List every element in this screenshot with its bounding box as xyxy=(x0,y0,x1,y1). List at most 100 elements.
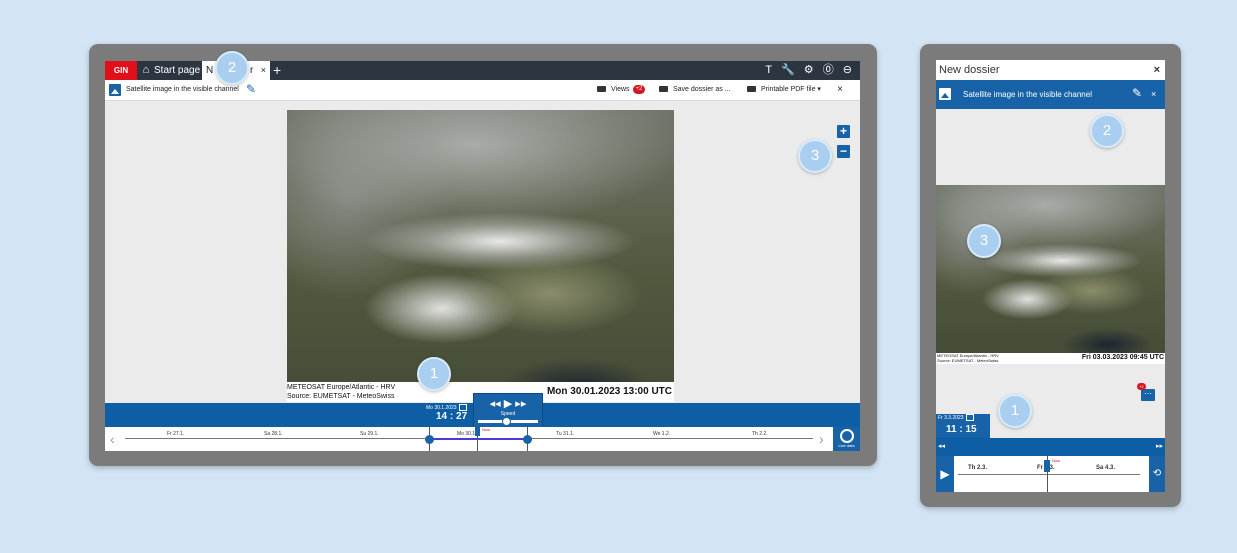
image-source-line2: Source: EUMETSAT - MeteoSwiss xyxy=(287,393,395,400)
play-icon[interactable]: ▶ xyxy=(936,456,954,492)
axis-line xyxy=(958,474,1140,475)
image-datetime: Mon 30.01.2023 13:00 UTC xyxy=(546,386,672,397)
save-dossier-button[interactable]: Save dossier as ... xyxy=(659,80,731,100)
callout-3: 3 xyxy=(798,139,832,173)
logout-icon[interactable]: ⊖ xyxy=(843,64,852,76)
tab-start-page[interactable]: ⌂ Start page xyxy=(140,61,200,80)
zoom-out-button[interactable]: − xyxy=(837,145,850,158)
timeline-time[interactable]: 14 : 27 xyxy=(436,411,467,422)
calendar-icon xyxy=(458,404,467,411)
rewind-icon[interactable]: ◂◂ xyxy=(938,442,945,450)
calendar-icon xyxy=(965,414,974,421)
pencil-icon[interactable]: ✎ xyxy=(1132,86,1142,100)
live-data-button[interactable]: ⟲ xyxy=(1149,456,1165,492)
callout-3-mobile: 3 xyxy=(967,224,1001,258)
axis-day-label: Th 2.2. xyxy=(752,431,768,437)
pdf-label: Printable PDF file xyxy=(761,86,816,93)
pdf-button[interactable]: Printable PDF file ▾ xyxy=(747,80,821,100)
play-icon[interactable]: ▶ xyxy=(504,398,512,410)
callout-1-mobile: 1 xyxy=(998,394,1032,428)
image-icon xyxy=(939,88,951,100)
more-icon: ⋯ xyxy=(1144,389,1152,398)
mobile-content-close[interactable]: × xyxy=(1151,80,1156,109)
range-start-handle[interactable] xyxy=(425,435,434,444)
axis-day-label: Fr 27.1. xyxy=(167,431,185,437)
image-source-line2: Source: EUMETSAT - MeteoSwiss xyxy=(937,358,999,363)
printer-icon xyxy=(747,86,756,93)
desktop-frame: GIN ⌂ Start page N r × + T 🔧 ⚙ ⓪ ⊖ Satell… xyxy=(89,44,877,466)
folder-icon xyxy=(659,86,668,93)
mobile-timeline-bar: ◂◂ ▸▸ xyxy=(936,438,1165,456)
mobile-date-text: Fr 3.3.2023 xyxy=(938,414,964,421)
live-data-label: Live data xyxy=(838,443,855,448)
axis-day-label: Su 29.1. xyxy=(360,431,379,437)
rewind-icon[interactable]: ◂◂ xyxy=(490,398,501,410)
image-source-line1: METEOSAT Europe/Atlantic - HRV xyxy=(287,384,396,391)
speed-slider-knob[interactable] xyxy=(502,417,511,426)
help-icon[interactable]: ⓪ xyxy=(823,64,834,76)
now-marker[interactable] xyxy=(1044,460,1050,472)
axis-day-label: Sa 28.1. xyxy=(264,431,283,437)
text-icon[interactable]: T xyxy=(765,64,772,76)
fast-forward-icon[interactable]: ▸▸ xyxy=(515,398,526,410)
image-datetime: Fri 03.03.2023 09:45 UTC xyxy=(1081,354,1164,361)
tab-active-label: N xyxy=(206,65,214,76)
pencil-icon[interactable]: ✎ xyxy=(246,82,256,96)
satellite-image[interactable] xyxy=(287,110,674,402)
speed-label: Speed xyxy=(500,411,516,417)
callout-1: 1 xyxy=(417,357,451,391)
caret-down-icon: ▾ xyxy=(817,86,821,93)
add-tab-button[interactable]: + xyxy=(273,61,281,80)
image-source: METEOSAT Europe/Atlantic - HRV Source: E… xyxy=(937,353,999,363)
mobile-close-button[interactable]: × xyxy=(1154,60,1160,80)
chevron-right-icon[interactable]: › xyxy=(819,431,824,447)
layers-button[interactable]: +2 ⋯ xyxy=(1137,383,1155,401)
axis-day-label: We 1.2. xyxy=(653,431,671,437)
views-label: Views xyxy=(611,86,630,93)
toolbar-icons: T 🔧 ⚙ ⓪ ⊖ xyxy=(759,61,852,80)
axis-day-label: Th 2.3. xyxy=(968,465,988,471)
mobile-screen: New dossier × Satellite image in the vis… xyxy=(936,60,1165,492)
image-icon xyxy=(109,84,121,96)
mobile-content-header: Satellite image in the visible channel ✎… xyxy=(936,80,1165,109)
home-icon: ⌂ xyxy=(142,64,150,76)
content-title: Satellite image in the visible channel xyxy=(126,86,239,93)
callout-2: 2 xyxy=(215,51,249,85)
live-data-button[interactable]: Live data xyxy=(833,427,860,451)
axis-day-label: Tu 31.1. xyxy=(556,431,575,437)
mobile-timeline-date[interactable]: Fr 3.3.2023 11 : 15 xyxy=(936,414,990,438)
save-dossier-label: Save dossier as ... xyxy=(673,86,731,93)
gear-icon[interactable]: ⚙ xyxy=(804,64,814,76)
now-label: Now xyxy=(1052,458,1061,463)
timeline-range xyxy=(429,438,527,440)
mobile-content-title: Satellite image in the visible channel xyxy=(963,90,1092,99)
close-content-button[interactable]: × xyxy=(837,80,843,100)
timeline-axis[interactable]: ‹ Fr 27.1. Sa 28.1. Su 29.1. Mo 30.1. Tu… xyxy=(105,427,833,451)
chevron-left-icon[interactable]: ‹ xyxy=(110,431,115,447)
now-label: Now xyxy=(482,427,491,432)
folder-icon xyxy=(597,86,606,93)
wrench-icon[interactable]: 🔧 xyxy=(781,64,795,76)
axis-day-label: Mo 30.1. xyxy=(457,431,477,437)
gin-logo[interactable]: GIN xyxy=(105,61,137,80)
tab-close-icon[interactable]: × xyxy=(261,61,266,80)
content-header: Satellite image in the visible channel ✎… xyxy=(105,80,860,101)
mobile-title-bar: New dossier × xyxy=(936,60,1165,80)
axis-day-label: Sa 4.3. xyxy=(1096,465,1116,471)
player-controls: ◂◂ ▶ ▸▸ xyxy=(474,397,542,410)
range-end-handle[interactable] xyxy=(523,435,532,444)
zoom-in-button[interactable]: + xyxy=(837,125,850,138)
desktop-screen: GIN ⌂ Start page N r × + T 🔧 ⚙ ⓪ ⊖ Satell… xyxy=(105,61,860,451)
views-button[interactable]: Views +2 xyxy=(597,80,646,100)
mobile-timeline-axis[interactable]: ▶ Th 2.3. Fr 3.3. Sa 4.3. Now ⟲ xyxy=(936,456,1165,492)
views-badge: +2 xyxy=(632,84,646,94)
mobile-time: 11 : 15 xyxy=(946,424,977,435)
mobile-image-meta: METEOSAT Europe/Atlantic - HRV Source: E… xyxy=(936,353,1165,364)
satellite-image[interactable] xyxy=(936,185,1165,353)
now-marker[interactable] xyxy=(475,427,480,436)
timeline-date[interactable]: Mo 30.1.2023 xyxy=(426,404,467,411)
fast-forward-icon[interactable]: ▸▸ xyxy=(1156,442,1163,450)
layers-badge: +2 xyxy=(1137,383,1146,390)
clock-icon xyxy=(840,429,854,443)
mobile-frame: New dossier × Satellite image in the vis… xyxy=(920,44,1181,507)
